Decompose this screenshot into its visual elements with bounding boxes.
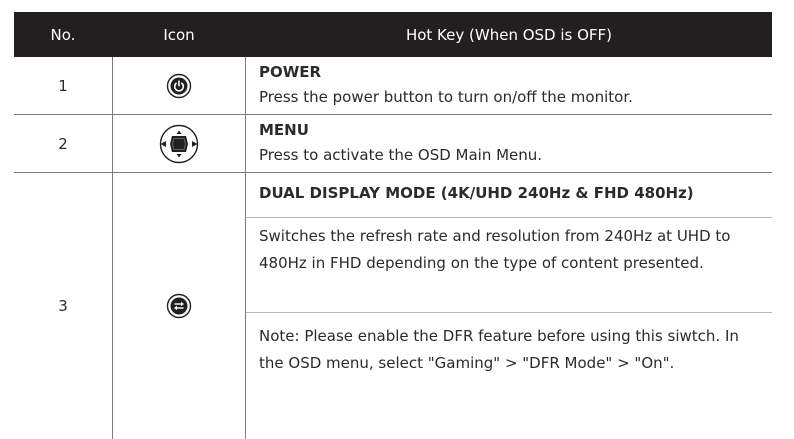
cell-separator [246, 312, 772, 313]
row-title: DUAL DISPLAY MODE (4K/UHD 240Hz & FHD 48… [259, 184, 694, 202]
header-hotkey: Hot Key (When OSD is OFF) [405, 25, 613, 44]
row-content: MENU Press to activate the OSD Main Menu… [259, 118, 764, 168]
table-header: No. Icon Hot Key (When OSD is OFF) [14, 12, 772, 57]
cell-separator [246, 217, 772, 218]
table-row: 1 POWER Press the power button to turn o… [14, 57, 772, 115]
dual-mode-switch-icon [113, 173, 245, 439]
header-no: No. [50, 25, 76, 44]
row-number: 1 [58, 76, 68, 95]
table-row: 3 DUAL DISPLAY MODE (4K/UHD 240Hz & FHD … [14, 173, 772, 439]
row-title-cell: DUAL DISPLAY MODE (4K/UHD 240Hz & FHD 48… [259, 178, 764, 208]
power-button-icon [113, 57, 245, 114]
row-number: 2 [58, 134, 68, 153]
row-title: POWER [259, 63, 322, 81]
table-row: 2 MENU Press to activate the OSD Main Me… [14, 115, 772, 173]
row-content: POWER Press the power button to turn on/… [259, 60, 764, 110]
row-description: Press the power button to turn on/off th… [259, 88, 633, 106]
menu-joystick-icon [113, 115, 245, 172]
row-description: Press to activate the OSD Main Menu. [259, 146, 543, 164]
row-number: 3 [58, 297, 68, 315]
row-title: MENU [259, 121, 309, 139]
row-note: Note: Please enable the DFR feature befo… [259, 327, 739, 372]
header-icon: Icon [163, 25, 195, 44]
row-description: Switches the refresh rate and resolution… [259, 227, 731, 272]
